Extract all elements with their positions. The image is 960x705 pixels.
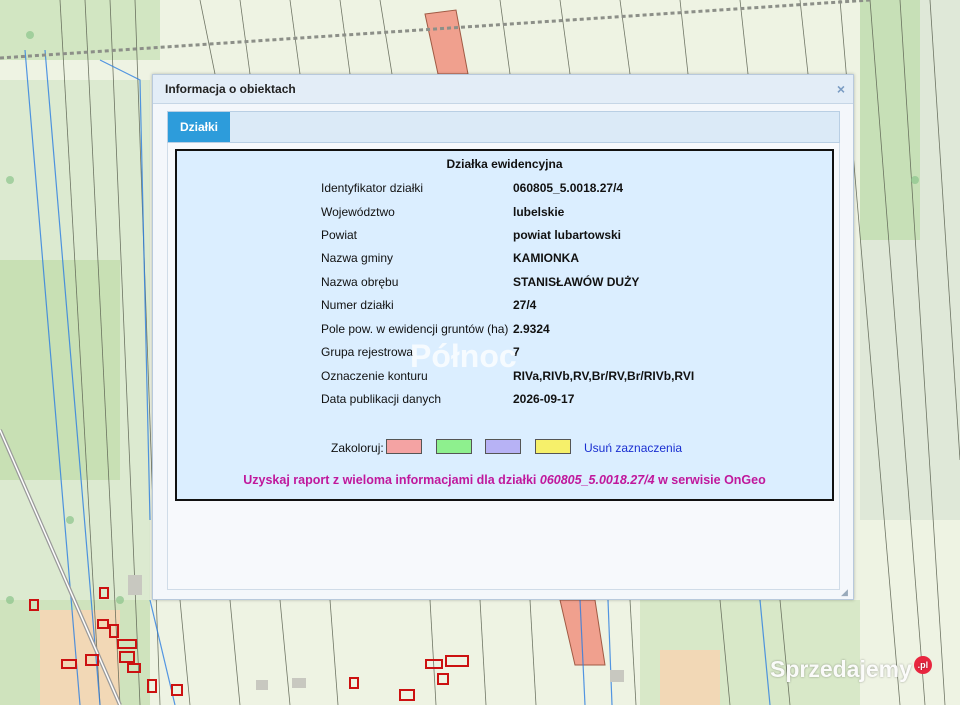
info-row: Grupa rejestrowa 7 <box>321 345 801 363</box>
watermark-text: Północ <box>410 338 517 374</box>
info-row: Identyfikator działki 060805_5.0018.27/4 <box>321 181 801 199</box>
info-row-value: 2026-09-17 <box>513 392 575 406</box>
info-row: Numer działki 27/4 <box>321 298 801 316</box>
info-row-value: STANISŁAWÓW DUŻY <box>513 275 640 289</box>
info-row-key: Identyfikator działki <box>321 181 424 195</box>
color-swatch-yellow[interactable] <box>535 439 571 454</box>
info-row-key: Data publikacji danych <box>321 392 442 406</box>
report-prefix: Uzyskaj raport z wieloma informacjami dl… <box>243 473 537 487</box>
field-green-area <box>0 260 120 480</box>
dialog-title: Informacja o obiektach <box>165 82 296 96</box>
info-row-value: powiat lubartowski <box>513 228 622 242</box>
info-row-value: 27/4 <box>513 298 537 312</box>
brand-logo: Sprzedajemy .pl <box>770 656 932 683</box>
parcel-heading: Działka ewidencyjna <box>446 157 563 171</box>
parcel-info-box: Działka ewidencyjna Identyfikator działk… <box>175 149 834 501</box>
close-icon[interactable]: × <box>837 75 845 103</box>
info-row: Województwo lubelskie <box>321 205 801 223</box>
info-row: Powiat powiat lubartowski <box>321 228 801 246</box>
info-row-key: Pole pow. w ewidencji gruntów (ha) <box>321 322 509 336</box>
info-row-key: Numer działki <box>321 298 394 312</box>
info-row: Nazwa gminy KAMIONKA <box>321 251 801 269</box>
info-row-value: RIVa,RIVb,RV,Br/RV,Br/RIVb,RVI <box>513 369 695 383</box>
color-swatch-green[interactable] <box>436 439 472 454</box>
info-row-key: Województwo <box>321 205 395 219</box>
info-row-key: Nazwa gminy <box>321 251 394 265</box>
resize-handle-icon[interactable]: ◢ <box>841 587 851 597</box>
info-row-value: KAMIONKA <box>513 251 579 265</box>
object-info-dialog: Informacja o obiektach × Działki Działka… <box>152 74 854 600</box>
info-row: Pole pow. w ewidencji gruntów (ha) 2.932… <box>321 322 801 340</box>
dialog-titlebar[interactable]: Informacja o obiektach × <box>153 75 853 104</box>
info-row-value: 2.9324 <box>513 322 550 336</box>
info-row-value: 060805_5.0018.27/4 <box>513 181 624 195</box>
clear-selection-link[interactable]: Usuń zaznaczenia <box>584 441 682 455</box>
color-swatch-purple[interactable] <box>485 439 521 454</box>
brand-logo-badge: .pl <box>913 656 932 674</box>
brand-logo-text: Sprzedajemy <box>770 656 912 682</box>
info-row-key: Nazwa obrębu <box>321 275 399 289</box>
color-swatch-red[interactable] <box>386 439 422 454</box>
village-area <box>660 650 720 705</box>
info-row-key: Grupa rejestrowa <box>321 345 414 359</box>
info-row: Oznaczenie konturu RIVa,RIVb,RV,Br/RV,Br… <box>321 369 801 387</box>
info-row: Data publikacji danych 2026-09-17 <box>321 392 801 410</box>
tab-bar: Działki <box>167 111 840 143</box>
report-suffix: w serwisie OnGeo <box>658 473 766 487</box>
field-green-area <box>860 0 920 240</box>
tab-dzialki[interactable]: Działki <box>168 112 230 142</box>
info-row: Nazwa obrębu STANISŁAWÓW DUŻY <box>321 275 801 293</box>
colorize-label: Zakoloruj: <box>331 441 384 455</box>
info-row-key: Powiat <box>321 228 358 242</box>
ongeo-report-link[interactable]: Uzyskaj raport z wieloma informacjami dl… <box>177 473 832 487</box>
report-parcel-id: 060805_5.0018.27/4 <box>539 473 655 487</box>
info-row-value: lubelskie <box>513 205 565 219</box>
